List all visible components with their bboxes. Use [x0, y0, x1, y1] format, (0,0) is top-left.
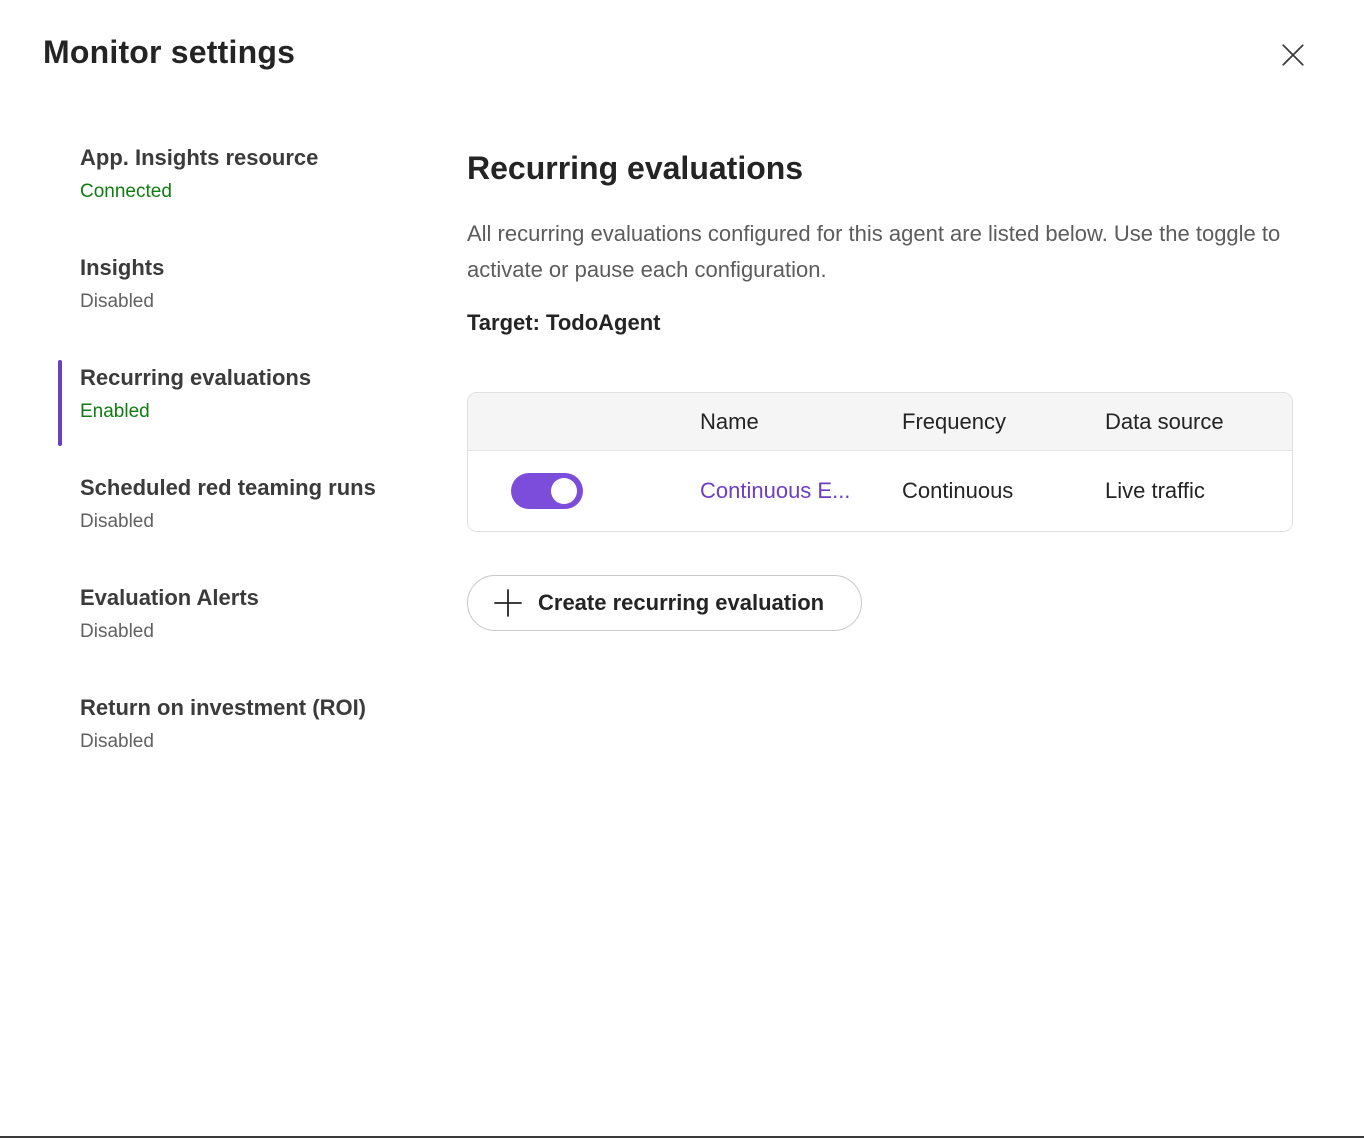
target-label: Target: TodoAgent [467, 310, 661, 335]
recurring-evaluations-panel: Recurring evaluations All recurring eval… [467, 146, 1293, 631]
nav-item-app-insights-resource[interactable]: App. Insights resource Connected [58, 140, 418, 226]
nav-item-label: Recurring evaluations [80, 365, 312, 390]
nav-item-status: Disabled [80, 731, 154, 752]
nav-item-insights[interactable]: Insights Disabled [58, 250, 418, 336]
settings-nav: App. Insights resource Connected Insight… [58, 140, 418, 800]
toggle-cell [468, 473, 700, 509]
nav-item-label: Insights [80, 255, 165, 280]
plus-icon [494, 589, 522, 617]
nav-item-status: Enabled [80, 401, 150, 422]
nav-item-label: Scheduled red teaming runs [80, 475, 376, 500]
nav-item-status: Disabled [80, 511, 154, 532]
nav-item-status: Connected [80, 181, 172, 202]
section-title: Recurring evaluations [467, 150, 804, 186]
header-name: Name [700, 408, 759, 434]
nav-item-label: Return on investment (ROI) [80, 695, 367, 720]
frequency-cell: Continuous [902, 478, 1014, 503]
evaluation-name-link[interactable]: Continuous E... [700, 478, 850, 503]
evaluations-table: Name Frequency Data source Continuous E.… [467, 392, 1293, 532]
monitor-settings-dialog: Monitor settings App. Insights resource … [0, 0, 1364, 1138]
nav-item-label: Evaluation Alerts [80, 585, 259, 610]
enable-toggle[interactable] [511, 473, 583, 509]
dialog-title: Monitor settings [43, 34, 296, 70]
create-button-label: Create recurring evaluation [538, 590, 825, 615]
nav-item-status: Disabled [80, 291, 154, 312]
data-source-cell: Live traffic [1105, 478, 1205, 503]
section-description: All recurring evaluations configured for… [467, 221, 1281, 282]
toggle-knob [551, 478, 577, 504]
create-recurring-evaluation-button[interactable]: Create recurring evaluation [467, 575, 862, 631]
table-row: Continuous E... Continuous Live traffic [468, 451, 1292, 531]
nav-item-status: Disabled [80, 621, 154, 642]
table-header: Name Frequency Data source [468, 393, 1292, 451]
header-data-source: Data source [1105, 408, 1224, 434]
nav-item-label: App. Insights resource [80, 145, 319, 170]
nav-item-roi[interactable]: Return on investment (ROI) Disabled [58, 690, 418, 776]
name-cell: Continuous E... [700, 478, 902, 504]
header-frequency: Frequency [902, 408, 1006, 434]
nav-item-evaluation-alerts[interactable]: Evaluation Alerts Disabled [58, 580, 418, 666]
close-button[interactable] [1276, 38, 1310, 72]
nav-item-recurring-evaluations[interactable]: Recurring evaluations Enabled [58, 360, 418, 446]
close-icon [1282, 44, 1304, 66]
nav-item-scheduled-red-teaming-runs[interactable]: Scheduled red teaming runs Disabled [58, 470, 418, 556]
